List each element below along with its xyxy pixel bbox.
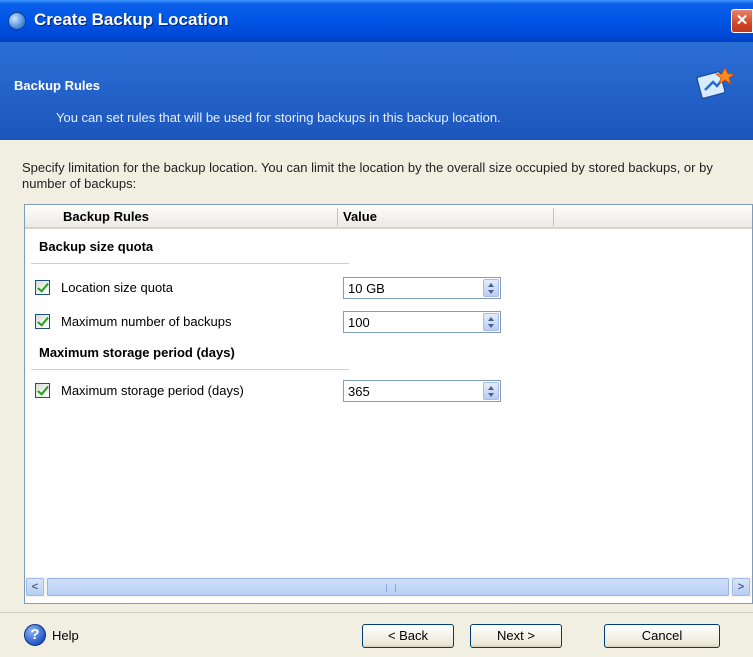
header-banner: Backup Rules You can set rules that will… xyxy=(0,42,753,140)
row-label: Location size quota xyxy=(61,280,174,295)
close-icon: ✕ xyxy=(735,12,749,29)
banner-subtitle: You can set rules that will be used for … xyxy=(56,110,501,125)
row-label: Maximum number of backups xyxy=(61,314,232,329)
spin-down-icon xyxy=(488,324,494,328)
horizontal-scrollbar[interactable]: < > xyxy=(25,577,752,597)
backup-rules-icon xyxy=(696,67,735,100)
max-storage-period-checkbox[interactable] xyxy=(35,383,50,398)
arrow-left-icon: < xyxy=(31,581,39,593)
spin-value: 365 xyxy=(348,384,370,399)
spin-up-icon xyxy=(488,317,494,321)
app-icon xyxy=(8,12,26,30)
spin-button[interactable] xyxy=(483,313,499,331)
col-header-rules[interactable]: Backup Rules xyxy=(63,209,149,224)
spin-up-icon xyxy=(488,283,494,287)
column-divider[interactable] xyxy=(553,208,554,226)
column-divider[interactable] xyxy=(337,208,338,226)
spin-button[interactable] xyxy=(483,279,499,297)
location-size-quota-input[interactable]: 10 GB xyxy=(343,277,501,299)
group-divider xyxy=(31,263,349,264)
row-label: Maximum storage period (days) xyxy=(61,383,244,398)
scroll-right-button[interactable]: > xyxy=(732,578,750,596)
help-link[interactable]: Help xyxy=(52,628,79,643)
scroll-thumb[interactable] xyxy=(47,578,729,596)
group-label: Maximum storage period (days) xyxy=(39,345,235,360)
group-label: Backup size quota xyxy=(39,239,154,254)
window-title: Create Backup Location xyxy=(34,10,229,29)
cancel-button[interactable]: Cancel xyxy=(604,624,720,648)
max-backups-input[interactable]: 100 xyxy=(343,311,501,333)
rules-grid: Backup Rules Value Backup size quota Loc… xyxy=(24,204,753,604)
group-divider xyxy=(31,369,349,370)
close-button[interactable]: ✕ xyxy=(731,9,753,33)
intro-text: Specify limitation for the backup locati… xyxy=(22,160,713,191)
grid-header: Backup Rules Value xyxy=(25,205,752,229)
arrow-right-icon: > xyxy=(737,581,745,593)
max-storage-period-input[interactable]: 365 xyxy=(343,380,501,402)
title-bar[interactable]: Create Backup Location ✕ xyxy=(0,0,753,42)
back-button[interactable]: < Back xyxy=(362,624,454,648)
location-size-quota-checkbox[interactable] xyxy=(35,280,50,295)
footer-divider xyxy=(0,612,753,613)
create-backup-location-window: Create Backup Location ✕ Backup Rules Yo… xyxy=(0,0,753,657)
spin-value: 10 GB xyxy=(348,281,385,296)
col-header-value[interactable]: Value xyxy=(343,209,377,224)
spin-down-icon xyxy=(488,290,494,294)
next-button[interactable]: Next > xyxy=(470,624,562,648)
spin-button[interactable] xyxy=(483,382,499,400)
banner-title: Backup Rules xyxy=(14,78,100,93)
spin-down-icon xyxy=(488,393,494,397)
scroll-left-button[interactable]: < xyxy=(26,578,44,596)
spin-value: 100 xyxy=(348,315,370,330)
help-icon[interactable]: ? xyxy=(24,624,46,646)
grip-icon xyxy=(386,584,396,592)
max-backups-checkbox[interactable] xyxy=(35,314,50,329)
spin-up-icon xyxy=(488,386,494,390)
